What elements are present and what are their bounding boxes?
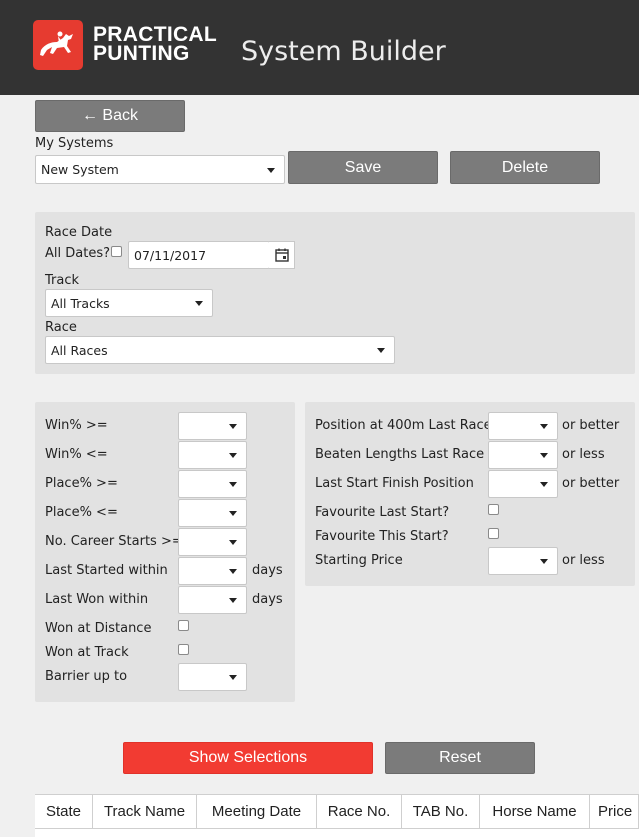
filter-label: Place% <= bbox=[45, 505, 118, 520]
column-header[interactable]: Meeting Date bbox=[197, 795, 317, 829]
all-dates-label: All Dates? bbox=[45, 246, 110, 261]
filter-label: Last Won within bbox=[45, 592, 149, 607]
column-header[interactable]: Horse Name bbox=[480, 795, 590, 829]
starting-price-suffix: or less bbox=[562, 553, 605, 568]
chevron-down-icon bbox=[540, 453, 548, 458]
filter-select[interactable] bbox=[178, 528, 247, 556]
filter-select[interactable] bbox=[178, 441, 247, 469]
page-title: System Builder bbox=[241, 36, 446, 67]
chevron-down-icon bbox=[229, 511, 237, 516]
column-header[interactable]: Track Name bbox=[93, 795, 197, 829]
delete-button[interactable]: Delete bbox=[450, 151, 600, 184]
all-dates-checkbox[interactable] bbox=[111, 246, 122, 257]
chevron-down-icon bbox=[540, 482, 548, 487]
save-button[interactable]: Save bbox=[288, 151, 438, 184]
chevron-down-icon bbox=[229, 675, 237, 680]
race-date-input[interactable]: 07/11/2017 bbox=[128, 241, 270, 269]
form-checkbox[interactable] bbox=[488, 504, 499, 515]
form-filter-suffix: or better bbox=[562, 418, 620, 433]
form-filter-select[interactable] bbox=[488, 470, 558, 498]
filter-checkbox[interactable] bbox=[178, 644, 189, 655]
barrier-select[interactable] bbox=[178, 663, 247, 691]
race-select-value: All Races bbox=[51, 342, 108, 358]
column-header[interactable]: Price bbox=[590, 795, 639, 829]
filter-label: Win% <= bbox=[45, 447, 108, 462]
brand-name: PRACTICAL PUNTING bbox=[93, 24, 217, 65]
starting-price-select[interactable] bbox=[488, 547, 558, 575]
check-label: Won at Distance bbox=[45, 621, 152, 636]
app-header: PRACTICAL PUNTING System Builder bbox=[0, 0, 639, 95]
chevron-down-icon bbox=[195, 301, 203, 306]
filter-select[interactable] bbox=[178, 499, 247, 527]
systems-select-value: New System bbox=[41, 162, 119, 177]
reset-button[interactable]: Reset bbox=[385, 742, 535, 774]
filter-checkbox[interactable] bbox=[178, 620, 189, 631]
form-checkbox[interactable] bbox=[488, 528, 499, 539]
chevron-down-icon bbox=[229, 540, 237, 545]
form-filter-suffix: or less bbox=[562, 447, 605, 462]
form-filter-suffix: or better bbox=[562, 476, 620, 491]
column-header[interactable]: TAB No. bbox=[402, 795, 480, 829]
form-filter-label: Position at 400m Last Race bbox=[315, 418, 492, 433]
form-check-label: Favourite Last Start? bbox=[315, 505, 450, 520]
horse-logo-icon bbox=[33, 20, 83, 70]
filter-label: No. Career Starts >= bbox=[45, 534, 183, 549]
barrier-label: Barrier up to bbox=[45, 669, 128, 684]
chevron-down-icon bbox=[540, 424, 548, 429]
chevron-down-icon bbox=[377, 348, 385, 353]
form-check-label: Favourite This Start? bbox=[315, 529, 449, 544]
filter-suffix: days bbox=[252, 563, 283, 578]
race-date-label: Race Date bbox=[45, 225, 113, 240]
my-systems-label: My Systems bbox=[35, 136, 114, 151]
calendar-icon[interactable] bbox=[269, 241, 295, 269]
chevron-down-icon bbox=[229, 569, 237, 574]
chevron-down-icon bbox=[229, 482, 237, 487]
filter-select[interactable] bbox=[178, 557, 247, 585]
starting-price-label: Starting Price bbox=[315, 553, 403, 568]
systems-select[interactable]: New System bbox=[35, 155, 285, 184]
show-selections-button[interactable]: Show Selections bbox=[123, 742, 373, 774]
chevron-down-icon bbox=[229, 424, 237, 429]
track-label: Track bbox=[45, 273, 80, 288]
filter-label: Win% >= bbox=[45, 418, 108, 433]
filter-select[interactable] bbox=[178, 586, 247, 614]
form-filter-label: Beaten Lengths Last Race bbox=[315, 447, 485, 462]
filter-label: Last Started within bbox=[45, 563, 168, 578]
column-header[interactable]: State bbox=[35, 795, 93, 829]
filter-select[interactable] bbox=[178, 412, 247, 440]
form-filter-select[interactable] bbox=[488, 412, 558, 440]
race-label: Race bbox=[45, 320, 77, 335]
track-select[interactable]: All Tracks bbox=[45, 289, 213, 317]
check-label: Won at Track bbox=[45, 645, 129, 660]
column-header[interactable]: Race No. bbox=[317, 795, 402, 829]
brand-line-2: PUNTING bbox=[93, 42, 190, 65]
chevron-down-icon bbox=[267, 167, 275, 173]
race-select[interactable]: All Races bbox=[45, 336, 395, 364]
form-filter-select[interactable] bbox=[488, 441, 558, 469]
filter-suffix: days bbox=[252, 592, 283, 607]
chevron-down-icon bbox=[229, 598, 237, 603]
chevron-down-icon bbox=[540, 559, 548, 564]
form-filter-label: Last Start Finish Position bbox=[315, 476, 474, 491]
track-select-value: All Tracks bbox=[51, 295, 110, 311]
filter-select[interactable] bbox=[178, 470, 247, 498]
back-button[interactable]: ← Back bbox=[35, 100, 185, 132]
selections-table-header: State Track Name Meeting Date Race No. TAB N… bbox=[35, 794, 639, 837]
chevron-down-icon bbox=[229, 453, 237, 458]
filter-label: Place% >= bbox=[45, 476, 118, 491]
